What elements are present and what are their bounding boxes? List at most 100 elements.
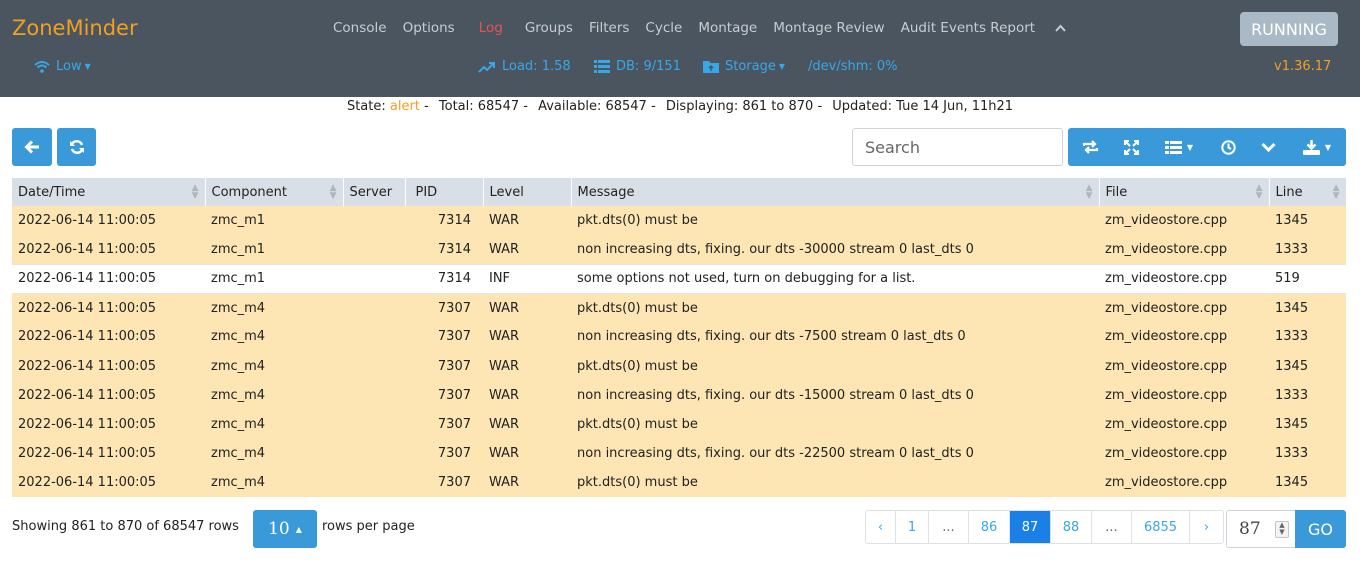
cell-message: pkt.dts(0) must be: [571, 293, 1099, 323]
cell-file: zm_videostore.cpp: [1099, 293, 1269, 323]
toggle-details-button[interactable]: [1248, 128, 1288, 166]
sync-icon: [1082, 140, 1098, 154]
available-count: Available: 68547: [538, 99, 647, 114]
cell-file: zm_videostore.cpp: [1099, 235, 1269, 265]
columns-list-icon: [1164, 140, 1182, 154]
table-row[interactable]: 2022-06-14 11:00:05 zmc_m1 7314 INF some opt…: [12, 263, 1346, 294]
col-server[interactable]: Server: [343, 178, 406, 206]
auto-refresh-toggle-button[interactable]: [1068, 128, 1112, 166]
export-dropdown-button[interactable]: ▼: [1288, 128, 1346, 166]
search-input[interactable]: [852, 128, 1063, 166]
cell-level: INF: [483, 263, 571, 294]
cell-server: [343, 467, 405, 497]
cell-level: WAR: [483, 380, 571, 410]
table-toolbar-group: ▼ ▼: [1068, 128, 1346, 166]
sort-icon: ▲ ▼: [329, 183, 337, 201]
nav-log[interactable]: Log: [479, 20, 503, 36]
columns-dropdown-button[interactable]: ▼: [1150, 128, 1208, 166]
col-datetime[interactable]: Date/Time ▲ ▼: [12, 178, 206, 206]
version-label[interactable]: v1.36.17: [1274, 59, 1331, 74]
page-86[interactable]: 86: [969, 511, 1010, 543]
brand-logo[interactable]: ZoneMinder: [12, 16, 138, 40]
cell-line: 1333: [1269, 322, 1346, 352]
page-87[interactable]: 87: [1010, 511, 1051, 543]
table-row[interactable]: 2022-06-14 11:00:05 zmc_m1 7314 WAR non incr…: [12, 235, 1346, 265]
db-indicator[interactable]: DB: 9/151: [594, 59, 681, 74]
bandwidth-dropdown[interactable]: Low ▼: [34, 59, 91, 74]
table-row[interactable]: 2022-06-14 11:00:05 zmc_m4 7307 WAR non incr…: [12, 380, 1346, 410]
col-level[interactable]: Level: [483, 178, 572, 206]
page-ellipsis[interactable]: ...: [1092, 511, 1132, 543]
col-pid[interactable]: PID: [405, 178, 484, 206]
cell-message: some options not used, turn on debugging…: [571, 263, 1099, 294]
cell-component: zmc_m4: [205, 438, 343, 468]
auto-refresh-button[interactable]: [1208, 128, 1248, 166]
cell-file: zm_videostore.cpp: [1099, 467, 1269, 497]
rows-per-page-value: 10: [268, 519, 290, 539]
run-state-button[interactable]: RUNNING: [1240, 12, 1338, 46]
number-spinner-icon[interactable]: ▲ ▼: [1275, 521, 1289, 538]
page-1[interactable]: 1: [896, 511, 929, 543]
cell-datetime: 2022-06-14 11:00:05: [12, 263, 205, 294]
col-component[interactable]: Component ▲ ▼: [205, 178, 344, 206]
nav-console[interactable]: Console: [333, 20, 387, 36]
cell-component: zmc_m1: [205, 206, 343, 236]
refresh-button[interactable]: [57, 128, 96, 166]
fullscreen-button[interactable]: [1112, 128, 1150, 166]
rows-per-page-dropdown[interactable]: 10 ▲: [253, 510, 317, 548]
col-message[interactable]: Message ▲ ▼: [571, 178, 1100, 206]
page-prev[interactable]: ‹: [866, 511, 896, 543]
nav-montage[interactable]: Montage: [698, 20, 757, 36]
cell-message: non increasing dts, fixing. our dts -150…: [571, 380, 1099, 410]
page-ellipsis[interactable]: ...: [929, 511, 969, 543]
storage-dropdown[interactable]: Storage ▼: [703, 59, 785, 74]
col-file[interactable]: File ▲ ▼: [1099, 178, 1270, 206]
chevron-down-icon: [1260, 142, 1276, 152]
cell-server: [343, 293, 405, 323]
cell-pid: 7307: [405, 467, 483, 497]
nav-audit-events-report[interactable]: Audit Events Report: [901, 20, 1035, 36]
cell-line: 1333: [1269, 438, 1346, 468]
cell-line: 1345: [1269, 351, 1346, 381]
sort-icon: ▲ ▼: [1332, 183, 1340, 201]
page-next[interactable]: ›: [1190, 511, 1223, 543]
cell-datetime: 2022-06-14 11:00:05: [12, 438, 205, 468]
cell-datetime: 2022-06-14 11:00:05: [12, 322, 205, 352]
clock-icon: [1220, 139, 1236, 155]
table-row[interactable]: 2022-06-14 11:00:05 zmc_m4 7307 WAR pkt.dts(…: [12, 293, 1346, 323]
main-nav: Console Options Log Groups Filters Cycle…: [333, 20, 1066, 36]
nav-options[interactable]: Options: [403, 20, 455, 36]
table-row[interactable]: 2022-06-14 11:00:05 zmc_m4 7307 WAR non incr…: [12, 438, 1346, 468]
table-row[interactable]: 2022-06-14 11:00:05 zmc_m4 7307 WAR pkt.dts(…: [12, 351, 1346, 381]
collapse-chevron-up-icon[interactable]: [1055, 21, 1066, 36]
cell-pid: 7307: [405, 351, 483, 381]
refresh-icon: [69, 139, 84, 155]
sort-icon: ▲ ▼: [1085, 183, 1093, 201]
cell-line: 519: [1269, 263, 1346, 294]
table-row[interactable]: 2022-06-14 11:00:05 zmc_m4 7307 WAR pkt.dts(…: [12, 467, 1346, 497]
cell-datetime: 2022-06-14 11:00:05: [12, 293, 205, 323]
cell-datetime: 2022-06-14 11:00:05: [12, 351, 205, 381]
cell-component: zmc_m4: [205, 322, 343, 352]
nav-filters[interactable]: Filters: [589, 20, 629, 36]
top-navbar: ZoneMinder Console Options Log Groups Fi…: [0, 0, 1360, 97]
go-button[interactable]: GO: [1295, 510, 1346, 548]
back-button[interactable]: [12, 128, 52, 166]
load-indicator[interactable]: Load: 1.58: [478, 59, 571, 74]
page-88[interactable]: 88: [1051, 511, 1092, 543]
shm-indicator[interactable]: /dev/shm: 0%: [808, 59, 898, 74]
table-row[interactable]: 2022-06-14 11:00:05 zmc_m4 7307 WAR pkt.dts(…: [12, 409, 1346, 439]
expand-icon: [1123, 139, 1139, 155]
nav-montage-review[interactable]: Montage Review: [773, 20, 884, 36]
cell-pid: 7314: [405, 206, 483, 236]
nav-groups[interactable]: Groups: [525, 20, 573, 36]
nav-cycle[interactable]: Cycle: [645, 20, 682, 36]
table-row[interactable]: 2022-06-14 11:00:05 zmc_m4 7307 WAR non incr…: [12, 322, 1346, 352]
page-6855[interactable]: 6855: [1132, 511, 1190, 543]
goto-page-input[interactable]: 87 ▲ ▼: [1226, 510, 1296, 548]
table-row[interactable]: 2022-06-14 11:00:05 zmc_m1 7314 WAR pkt.dts(…: [12, 206, 1346, 236]
col-line[interactable]: Line ▲ ▼: [1269, 178, 1347, 206]
caret-up-icon: ▲: [295, 524, 302, 534]
caret-down-icon: ▼: [1324, 142, 1332, 152]
cell-component: zmc_m4: [205, 467, 343, 497]
